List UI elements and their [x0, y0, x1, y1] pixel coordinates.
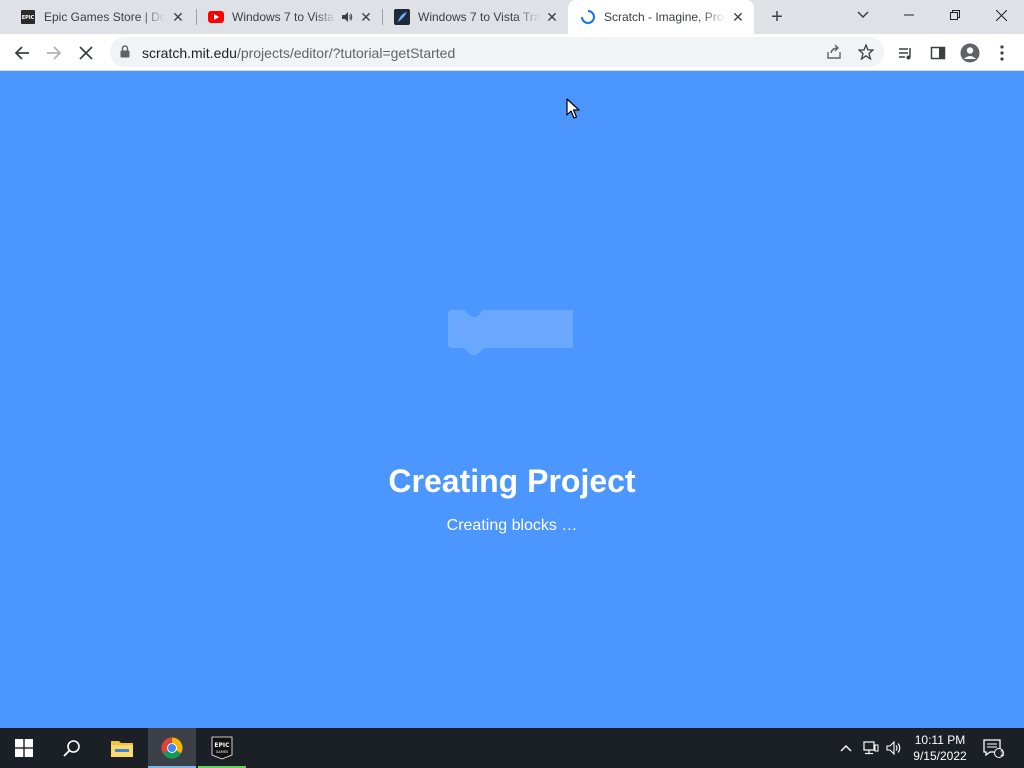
- svg-text:EPIC: EPIC: [214, 742, 230, 749]
- avatar-icon: [960, 43, 980, 63]
- epic-games-icon: EPIC: [20, 9, 36, 25]
- windows-taskbar: EPIC GAMES 10:11 PM 9/15/2022 1: [0, 728, 1024, 768]
- restore-button[interactable]: [932, 0, 978, 30]
- bookmark-star-icon[interactable]: [856, 42, 876, 62]
- lock-icon[interactable]: [120, 45, 130, 63]
- speaker-icon: [886, 741, 901, 755]
- address-bar[interactable]: scratch.mit.edu/projects/editor/?tutoria…: [110, 37, 884, 67]
- search-button[interactable]: [48, 728, 96, 768]
- side-panel-icon: [930, 46, 946, 60]
- loading-message: Creating blocks …: [446, 517, 578, 534]
- loading-spinner-icon: [580, 9, 596, 25]
- share-icon[interactable]: [824, 42, 844, 62]
- side-panel-button[interactable]: [924, 39, 952, 67]
- kebab-menu-icon: [1000, 45, 1004, 61]
- forward-button[interactable]: [40, 39, 68, 67]
- tab-strip: EPIC Epic Games Store | Download & Play …: [0, 0, 1024, 34]
- svg-text:EPIC: EPIC: [22, 15, 35, 21]
- search-icon: [63, 740, 80, 757]
- chevron-down-icon: [857, 11, 869, 19]
- tab-title: Scratch - Imagine, Program, Share: [604, 10, 726, 24]
- minimize-button[interactable]: [886, 0, 932, 30]
- browser-toolbar: scratch.mit.edu/projects/editor/?tutoria…: [0, 34, 1024, 71]
- clock[interactable]: 10:11 PM 9/15/2022: [904, 732, 976, 764]
- speaker-icon[interactable]: [340, 10, 354, 24]
- epic-games-taskbar-button[interactable]: EPIC GAMES: [198, 728, 246, 768]
- restore-icon: [950, 10, 960, 20]
- notification-count: 1: [999, 749, 1005, 758]
- new-tab-button[interactable]: +: [764, 5, 790, 29]
- epic-games-icon: EPICGAMES: [211, 736, 233, 760]
- close-tab-icon[interactable]: ✕: [358, 9, 374, 25]
- close-tab-icon[interactable]: ✕: [544, 9, 560, 25]
- chevron-up-icon: [840, 745, 852, 752]
- profile-button[interactable]: [956, 39, 984, 67]
- youtube-icon: [208, 9, 224, 25]
- close-window-button[interactable]: [978, 0, 1024, 30]
- close-tab-icon[interactable]: ✕: [170, 9, 186, 25]
- url-path: /projects/editor/?tutorial=getStarted: [236, 45, 456, 61]
- show-hidden-icons-button[interactable]: [836, 728, 856, 768]
- stop-loading-button[interactable]: [72, 39, 100, 67]
- back-arrow-icon: [14, 46, 29, 60]
- tab-title: Windows 7 to Vista Transformation Pack: [418, 10, 540, 24]
- menu-button[interactable]: [988, 39, 1016, 67]
- close-tab-icon[interactable]: ✕: [730, 9, 746, 25]
- clock-time: 10:11 PM: [914, 733, 966, 747]
- clock-date: 9/15/2022: [913, 749, 967, 763]
- scratch-loading-screen: Creating Project Creating blocks …: [0, 71, 1024, 728]
- tab-title: Epic Games Store | Download & Play PC Ga…: [44, 10, 166, 24]
- media-queue-icon: [899, 48, 911, 60]
- network-icon: [863, 741, 879, 755]
- media-control-button[interactable]: [892, 39, 920, 67]
- scratch-block-icon: [448, 310, 573, 355]
- minimize-icon: [904, 14, 914, 16]
- forward-arrow-icon: [47, 46, 62, 60]
- mouse-cursor-icon: [566, 98, 580, 119]
- feather-icon: [394, 9, 410, 25]
- tab-transformation-pack[interactable]: Windows 7 to Vista Transformation Pack ✕: [382, 0, 568, 34]
- chrome-icon: [161, 737, 183, 759]
- start-icon: [15, 739, 33, 757]
- file-explorer-button[interactable]: [98, 728, 146, 768]
- svg-text:GAMES: GAMES: [216, 750, 229, 754]
- network-button[interactable]: [860, 728, 882, 768]
- url-text[interactable]: scratch.mit.edu/projects/editor/?tutoria…: [142, 45, 455, 61]
- tab-title: Windows 7 to Vista Transformation: [232, 10, 336, 24]
- start-button[interactable]: [0, 728, 48, 768]
- file-explorer-icon: [111, 741, 133, 757]
- chrome-taskbar-button[interactable]: [148, 728, 196, 768]
- tab-scratch[interactable]: Scratch - Imagine, Program, Share ✕: [568, 0, 754, 34]
- tab-youtube[interactable]: Windows 7 to Vista Transformation ✕: [196, 0, 382, 34]
- tab-search-button[interactable]: [850, 4, 876, 26]
- loading-title: Creating Project: [388, 463, 636, 499]
- url-domain: scratch.mit.edu: [142, 45, 237, 61]
- volume-button[interactable]: [884, 728, 904, 768]
- back-button[interactable]: [8, 39, 36, 67]
- action-center-button[interactable]: 1: [980, 728, 1006, 768]
- tab-epic-games[interactable]: EPIC Epic Games Store | Download & Play …: [8, 0, 194, 34]
- close-icon: [79, 46, 93, 60]
- close-icon: [995, 9, 1007, 21]
